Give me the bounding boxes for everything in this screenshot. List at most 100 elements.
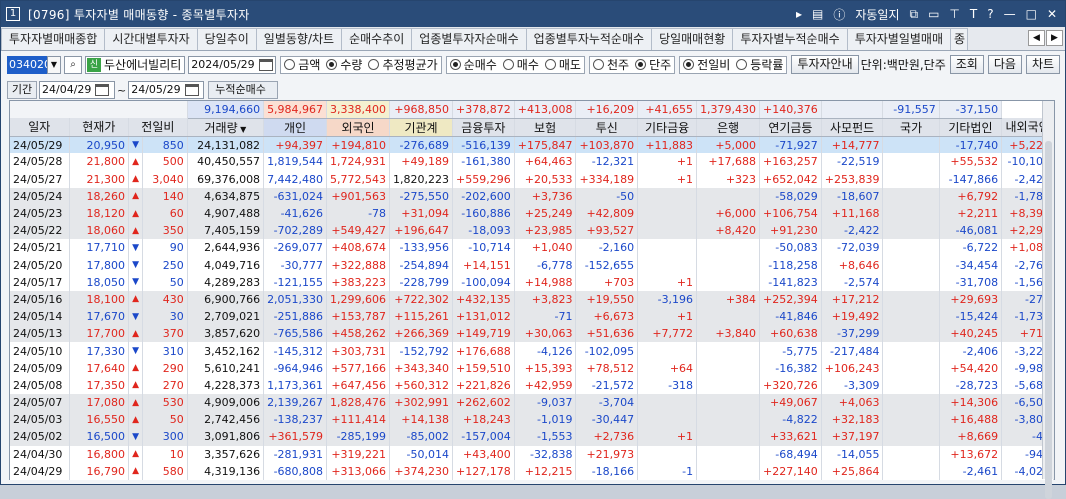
column-header[interactable]: 거래량 ▼ <box>187 118 265 137</box>
chevron-down-icon[interactable]: ▼ <box>47 55 61 74</box>
text-size-icon[interactable]: T <box>970 7 977 21</box>
table-row[interactable]: 24/05/28 21,800 ▲ 500 40,450,557 1,819,544 1,7… <box>10 153 1054 171</box>
radio-amount[interactable] <box>284 59 296 70</box>
volume-cell: 4,289,283 <box>187 273 265 291</box>
table-row[interactable]: 24/05/03 16,550 ▲ 50 2,742,456 -138,237 +111,4… <box>10 411 1054 429</box>
auto-journal-label[interactable]: 자동일지 <box>855 6 899 23</box>
tab-investor-cum-net-buy[interactable]: 투자자별누적순매수 <box>732 28 848 50</box>
table-row[interactable]: 24/05/10 17,330 ▼ 310 3,452,162 -145,312 +303,… <box>10 342 1054 360</box>
column-header[interactable]: 전일비 <box>128 118 188 137</box>
memo-icon[interactable]: ▤ <box>812 7 823 21</box>
table-row[interactable]: 24/05/08 17,350 ▲ 270 4,228,373 1,173,361 +647… <box>10 376 1054 394</box>
arrow-right-icon[interactable]: ▸ <box>796 7 802 21</box>
radio-buy[interactable] <box>502 59 514 70</box>
minimize-icon[interactable]: — <box>1004 7 1016 21</box>
radio-avg-price[interactable] <box>368 59 380 70</box>
table-row[interactable]: 24/04/29 16,790 ▲ 580 4,319,136 -680,808 +313,… <box>10 462 1054 480</box>
calendar-icon[interactable] <box>258 58 273 71</box>
table-row[interactable]: 24/05/29 20,950 ▼ 850 24,131,082 +94,397 +194,… <box>10 136 1054 154</box>
table-row[interactable]: 24/05/22 18,060 ▲ 350 7,405,159 -702,289 +549,… <box>10 222 1054 240</box>
table-row[interactable]: 24/05/13 17,700 ▲ 370 3,857,620 -765,586 +458,… <box>10 325 1054 343</box>
date-cell: 24/04/30 <box>10 445 70 463</box>
window-split-icon[interactable]: ▭ <box>928 7 939 21</box>
column-header[interactable]: 투신 <box>575 118 639 137</box>
date-cell: 24/05/08 <box>10 376 70 394</box>
maximize-icon[interactable]: □ <box>1026 7 1037 21</box>
radio-change-rate[interactable] <box>736 59 748 70</box>
sort-icon[interactable]: ▼ <box>238 125 246 134</box>
cumulative-cell: +140,376 <box>759 101 822 119</box>
date-input[interactable]: 2024/05/29 <box>188 55 277 74</box>
investor-value-cell: +253,839 <box>821 170 884 188</box>
tab-investor-daily[interactable]: 투자자별일별매매 <box>846 28 952 50</box>
radio-thousand-shares[interactable] <box>592 59 604 70</box>
column-header[interactable]: 은행 <box>696 118 761 137</box>
radio-quantity[interactable] <box>326 59 338 70</box>
radio-prev-day[interactable] <box>683 59 695 70</box>
column-header[interactable]: 금융투자 <box>452 118 515 137</box>
tab-net-buy-trend[interactable]: 순매수추이 <box>341 28 413 50</box>
tab-investor-summary[interactable]: 투자자별매매종합 <box>1 28 106 50</box>
column-header[interactable]: 외국인 <box>326 118 391 137</box>
calendar-to-icon[interactable] <box>184 84 199 96</box>
table-row[interactable]: 24/05/27 21,300 ▲ 3,040 69,376,008 7,442,480 5… <box>10 170 1054 188</box>
tab-today-trading[interactable]: 당일매매현황 <box>651 28 734 50</box>
info-icon[interactable]: ⓘ <box>833 6 845 23</box>
table-row[interactable]: 24/05/16 18,100 ▲ 430 6,900,766 2,051,330 1,29… <box>10 290 1054 309</box>
tab-more[interactable]: 종 <box>950 28 969 50</box>
table-row[interactable]: 24/05/09 17,640 ▲ 290 5,610,241 -964,946 +577,… <box>10 359 1054 377</box>
table-row[interactable]: 24/05/20 17,800 ▼ 250 4,049,716 -30,777 +322,8… <box>10 256 1054 274</box>
column-header[interactable]: 일자 <box>10 118 70 137</box>
period-from-input[interactable]: 24/04/29 <box>39 81 115 99</box>
column-header[interactable]: 개인 <box>263 118 328 137</box>
change-cell: 430 <box>142 290 188 309</box>
table-row[interactable]: 24/05/07 17,080 ▲ 530 4,909,006 2,139,267 1,82… <box>10 394 1054 412</box>
column-header[interactable]: 보험 <box>514 118 577 137</box>
tab-intraday-trend[interactable]: 당일추이 <box>196 28 257 50</box>
column-header[interactable]: 기타법인 <box>939 118 1003 137</box>
tab-sector-net-buy[interactable]: 업종별투자자순매수 <box>411 28 527 50</box>
column-header[interactable]: 현재가 <box>69 118 129 137</box>
table-row[interactable]: 24/05/23 18,120 ▲ 60 4,907,488 -41,626 -78 +31,… <box>10 204 1054 223</box>
investor-value-cell: +17,212 <box>821 290 884 309</box>
investor-value-cell: -254,894 <box>389 256 454 274</box>
table-row[interactable]: 24/05/21 17,710 ▼ 90 2,644,936 -269,077 +408,6… <box>10 239 1054 257</box>
next-button[interactable]: 다음 <box>987 55 1022 74</box>
scroll-thumb[interactable] <box>1045 141 1052 499</box>
table-row[interactable]: 24/05/17 18,050 ▼ 50 4,289,283 -121,155 +383,2… <box>10 273 1054 291</box>
investor-value-cell <box>882 273 940 291</box>
table-row[interactable]: 24/05/02 16,500 ▼ 300 3,091,806 +361,579 -285,… <box>10 428 1054 446</box>
calendar-from-icon[interactable] <box>95 84 110 96</box>
tab-sector-cum-net-buy[interactable]: 업종별투자누적순매수 <box>525 28 653 50</box>
pin-icon[interactable]: ⊤ <box>949 7 959 21</box>
chart-button[interactable]: 차트 <box>1025 55 1061 74</box>
investor-value-cell: +60,638 <box>759 325 822 343</box>
query-button[interactable]: 조회 <box>949 55 984 74</box>
table-row[interactable]: 24/05/14 17,670 ▼ 30 2,709,021 -251,886 +153,7… <box>10 308 1054 326</box>
close-icon[interactable]: ✕ <box>1047 7 1057 21</box>
help-icon[interactable]: ? <box>987 7 993 21</box>
table-row[interactable]: 24/05/24 18,260 ▲ 140 4,634,875 -631,024 +901,… <box>10 187 1054 205</box>
radio-sell[interactable] <box>544 59 556 70</box>
radio-net-buy[interactable] <box>449 59 461 70</box>
tab-next-icon[interactable]: ▶ <box>1046 30 1063 46</box>
column-header[interactable]: 연기금등 <box>759 118 822 137</box>
table-row[interactable]: 24/04/30 16,800 ▲ 10 3,357,626 -281,931 +319,2… <box>10 445 1054 463</box>
vertical-scrollbar[interactable] <box>1042 101 1054 499</box>
investor-value-cell <box>882 170 940 188</box>
tab-hourly-investor[interactable]: 시간대별투자자 <box>104 28 198 50</box>
radio-single-shares[interactable] <box>635 59 647 70</box>
tab-prev-icon[interactable]: ◀ <box>1028 30 1045 46</box>
investor-guide-button[interactable]: 투자자안내 <box>791 55 859 74</box>
stock-code-input[interactable]: 034020 <box>7 55 51 74</box>
column-header[interactable]: 사모펀드 <box>821 118 884 137</box>
search-icon[interactable]: ⌕ <box>64 55 82 74</box>
stock-name-field[interactable]: 신 두산에너빌리티 <box>85 55 186 74</box>
column-header[interactable]: 기관계 <box>389 118 454 137</box>
column-header[interactable]: 국가 <box>882 118 940 137</box>
column-header[interactable]: 기타금융 <box>637 118 698 137</box>
tab-daily-chart[interactable]: 일별동향/차트 <box>255 28 343 50</box>
period-to-input[interactable]: 24/05/29 <box>128 81 205 99</box>
investor-value-cell: +1,040 <box>514 239 577 257</box>
window-tile-icon[interactable]: ⧉ <box>910 7 919 22</box>
